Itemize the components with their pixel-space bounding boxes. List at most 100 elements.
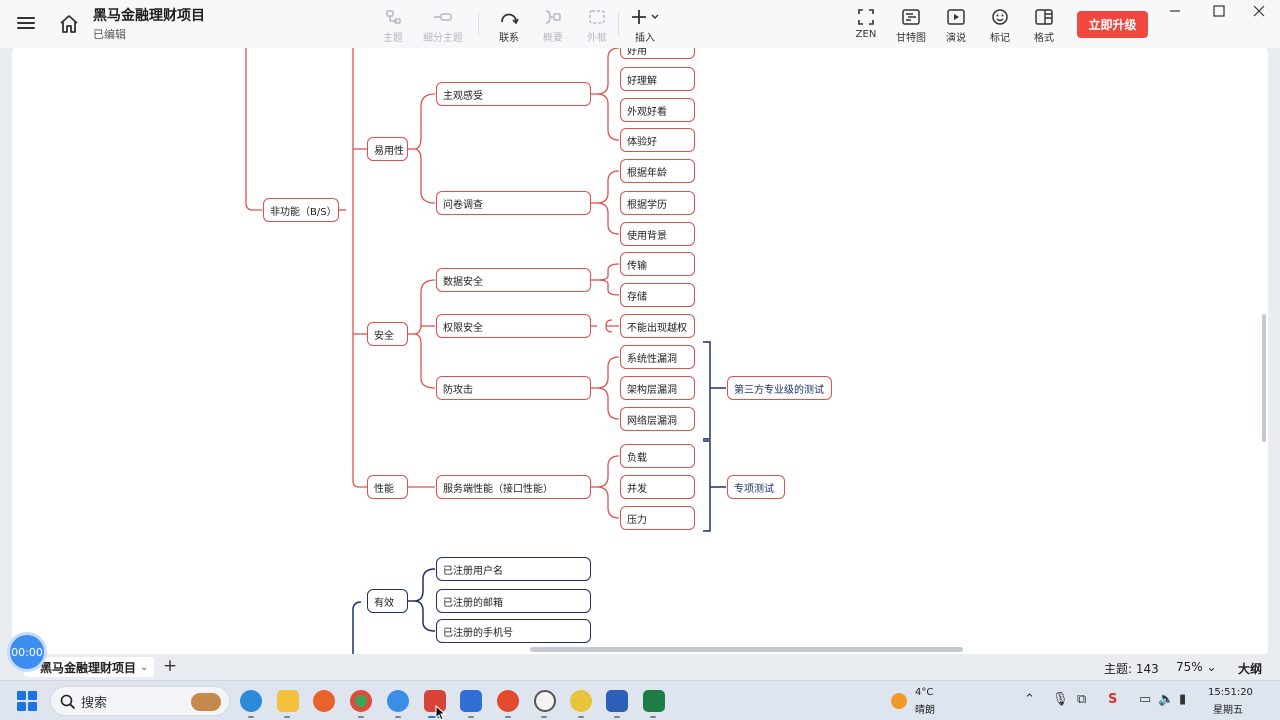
mouse-cursor-icon: [435, 705, 447, 720]
gantt-button[interactable]: 甘特图: [888, 7, 934, 44]
volume-icon[interactable]: 🔈: [1158, 692, 1174, 707]
minimize-icon[interactable]: [1165, 3, 1185, 19]
topic-usability[interactable]: 易用性: [367, 137, 408, 161]
topic-server-performance[interactable]: 服务端性能（接口性能）: [436, 475, 591, 499]
running-indicator: [358, 716, 364, 718]
clock-app-icon[interactable]: [534, 690, 556, 712]
search-highlight-icon: [191, 693, 221, 711]
summary-button[interactable]: 概要: [530, 7, 576, 44]
sheet-name: 黑马金融理财项目: [40, 660, 137, 675]
format-button[interactable]: 格式: [1021, 7, 1067, 44]
leaf-topic[interactable]: 使用背景: [620, 222, 695, 246]
search-icon: [60, 694, 76, 710]
topic-security[interactable]: 安全: [367, 322, 408, 346]
leaf-topic[interactable]: 架构层漏洞: [620, 376, 695, 400]
horizontal-scrollbar[interactable]: [530, 647, 963, 652]
weather-sun-icon[interactable]: [891, 693, 907, 709]
microphone-icon[interactable]: 🎙: [1052, 692, 1069, 707]
leaf-topic[interactable]: 传输: [620, 252, 695, 276]
split-topic-button[interactable]: 细分主题: [420, 7, 466, 44]
leaf-topic[interactable]: 好用: [620, 48, 695, 59]
home-icon[interactable]: [58, 13, 80, 35]
chevron-up-icon[interactable]: ⌃: [1024, 692, 1035, 707]
root-topic[interactable]: 非功能（B/S）: [263, 198, 339, 222]
edge-icon[interactable]: [240, 690, 262, 712]
leaf-topic[interactable]: 根据学历: [620, 191, 695, 215]
leaf-topic[interactable]: 并发: [620, 475, 695, 499]
word-icon[interactable]: [606, 690, 628, 712]
topic-data-security[interactable]: 数据安全: [436, 268, 591, 292]
recording-timer[interactable]: 00:00: [7, 632, 47, 672]
leaf-topic[interactable]: 根据年龄: [620, 159, 695, 183]
summary-topic[interactable]: 专项测试: [727, 475, 785, 499]
subtopic-button[interactable]: 主题: [370, 7, 416, 44]
plus-icon: [632, 10, 659, 24]
close-icon[interactable]: [1249, 3, 1269, 19]
running-indicator: [578, 716, 584, 718]
leaf-topic[interactable]: 已注册的手机号: [436, 619, 591, 643]
leaf-topic[interactable]: 系统性漏洞: [620, 345, 695, 369]
leaf-topic[interactable]: 外观好看: [620, 98, 695, 122]
taskbar-search[interactable]: 搜索: [50, 686, 230, 716]
running-indicator: [650, 716, 656, 718]
leaf-topic[interactable]: 负载: [620, 444, 695, 468]
present-button[interactable]: 演说: [933, 7, 979, 44]
leaf-topic[interactable]: 已注册用户名: [436, 557, 591, 581]
marker-button[interactable]: 标记: [977, 7, 1023, 44]
summary-topic[interactable]: 第三方专业级的测试: [727, 376, 832, 400]
upgrade-button[interactable]: 立即升级: [1077, 11, 1148, 38]
windows-start-icon[interactable]: [17, 691, 37, 711]
excel-icon[interactable]: [643, 690, 665, 712]
leaf-topic[interactable]: 好理解: [620, 67, 695, 91]
network-icon[interactable]: ▭: [1139, 692, 1151, 707]
boundary-icon: [589, 10, 605, 24]
app-icon[interactable]: [387, 690, 409, 712]
topic-permission-security[interactable]: 权限安全: [436, 314, 591, 338]
topic-valid[interactable]: 有效: [367, 589, 408, 613]
leaf-topic[interactable]: 体验好: [620, 128, 695, 152]
boundary-button[interactable]: 外框: [574, 7, 620, 44]
clock-time[interactable]: 15:51:20: [1208, 687, 1253, 698]
running-indicator: [505, 716, 511, 718]
outline-button[interactable]: 大纲: [1238, 660, 1262, 677]
leaf-topic[interactable]: 已注册的邮箱: [436, 589, 591, 613]
split-topic-icon: [434, 13, 452, 21]
smiley-icon: [992, 9, 1008, 25]
chat-icon[interactable]: [460, 690, 482, 712]
topic-survey[interactable]: 问卷调查: [436, 191, 591, 215]
vertical-scrollbar[interactable]: [1262, 314, 1266, 442]
add-sheet-button[interactable]: +: [160, 656, 180, 676]
zoom-select[interactable]: 75% ⌄: [1176, 660, 1217, 674]
topic-anti-attack[interactable]: 防攻击: [436, 376, 591, 400]
leaf-topic[interactable]: 不能出现越权: [620, 314, 695, 338]
insert-button[interactable]: 插入: [622, 7, 668, 44]
leaf-topic[interactable]: 网络层漏洞: [620, 407, 695, 431]
maximize-icon[interactable]: [1209, 3, 1229, 19]
mindmap-canvas[interactable]: 非功能（B/S） 易用性 主观感受 好用 好理解 外观好看 体验好 问卷调查 根…: [12, 48, 1268, 654]
menu-icon[interactable]: [17, 14, 35, 32]
leaf-topic[interactable]: 存储: [620, 283, 695, 307]
sogou-icon[interactable]: S: [1108, 692, 1117, 707]
file-explorer-icon[interactable]: [277, 690, 299, 712]
topic-subjective-feeling[interactable]: 主观感受: [436, 82, 591, 106]
play-icon: [947, 9, 965, 25]
running-indicator: [468, 716, 474, 718]
taskbar: 搜索 4°C 晴朗 ⌃ 🎙 ⧉ S ▭ 🔈 ▮ 15:51:20 星期五: [0, 680, 1280, 720]
topic-performance[interactable]: 性能: [367, 475, 408, 499]
chevron-down-icon: ⌄: [140, 661, 149, 673]
clock-day[interactable]: 星期五: [1213, 701, 1243, 716]
app-icon[interactable]: [570, 690, 592, 712]
pdf-icon[interactable]: [497, 690, 519, 712]
weather-description: 晴朗: [915, 705, 935, 716]
running-indicator: [395, 716, 401, 718]
battery-icon[interactable]: ▮: [1179, 692, 1186, 707]
input-method-icon[interactable]: ⧉: [1077, 692, 1086, 707]
leaf-topic[interactable]: 压力: [620, 506, 695, 530]
toolbar-divider: [478, 12, 479, 36]
gantt-icon: [902, 9, 920, 25]
weather-temperature: 4°C: [915, 687, 934, 698]
chrome-icon[interactable]: [350, 690, 372, 712]
relation-button[interactable]: 联系: [486, 7, 532, 44]
zen-button[interactable]: ZEN: [843, 7, 889, 40]
firefox-icon[interactable]: [313, 690, 335, 712]
